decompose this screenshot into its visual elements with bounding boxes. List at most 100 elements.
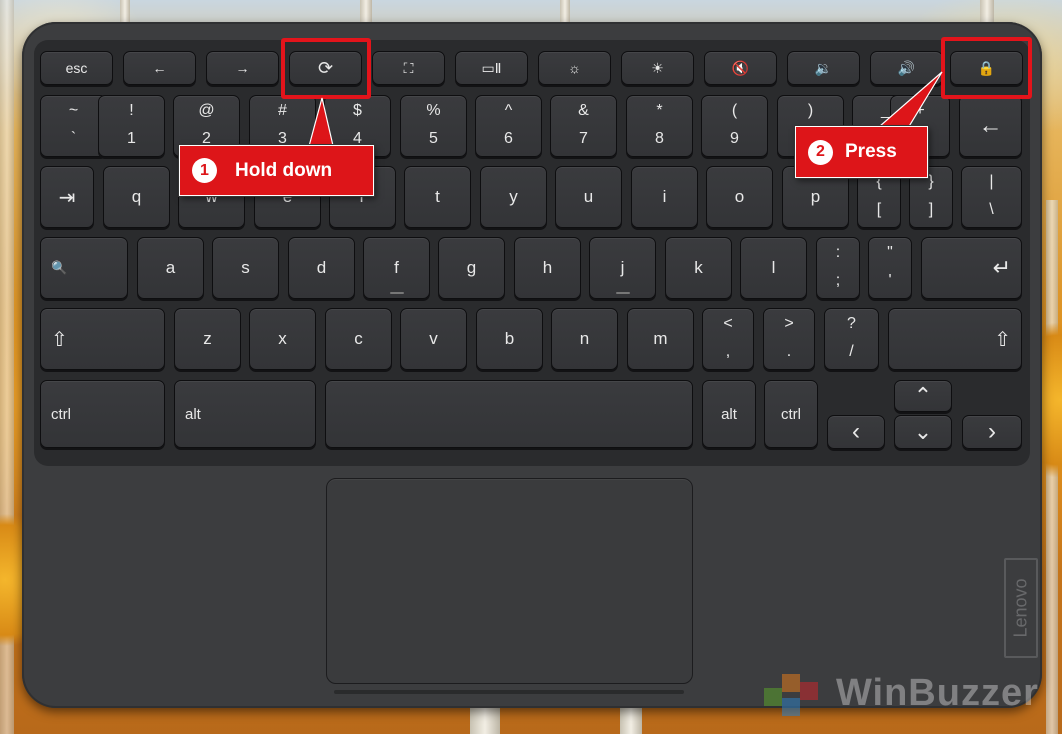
key-m[interactable]: m	[627, 308, 694, 370]
key-legend-top: ~	[68, 102, 79, 119]
key-6[interactable]: ^ 6	[475, 95, 542, 157]
key-b[interactable]: b	[476, 308, 543, 370]
key-backtick[interactable]: ~ `	[40, 95, 107, 157]
step-number-badge: 1	[192, 158, 217, 183]
key-legend-bottom: ;	[835, 272, 841, 289]
key-u[interactable]: u	[555, 166, 622, 228]
key-1[interactable]: ! 1	[98, 95, 165, 157]
key-f[interactable]: f	[363, 237, 430, 299]
key-g[interactable]: g	[438, 237, 505, 299]
key-legend-top: |	[989, 173, 994, 190]
key-arrow-right[interactable]: ›	[962, 415, 1022, 449]
key-volume-up[interactable]: 🔊	[870, 51, 943, 85]
key-n[interactable]: n	[551, 308, 618, 370]
key-z[interactable]: z	[174, 308, 241, 370]
key-legend-top: $	[353, 102, 362, 119]
key-arrow-up[interactable]: ⌃	[894, 380, 952, 412]
key-l[interactable]: l	[740, 237, 807, 299]
key-volume-down[interactable]: 🔉	[787, 51, 860, 85]
key-period[interactable]: >.	[763, 308, 815, 370]
key-arrow-left[interactable]: ‹	[827, 415, 885, 449]
key-slash[interactable]: ? /	[824, 308, 879, 370]
key-legend-top: (	[731, 102, 738, 119]
key-backspace[interactable]: ←	[959, 95, 1022, 157]
key-c[interactable]: c	[325, 308, 392, 370]
key-q[interactable]: q	[103, 166, 170, 228]
key-i[interactable]: i	[631, 166, 698, 228]
key-legend-bottom: `	[70, 130, 77, 147]
key-search[interactable]: 🔍	[40, 237, 128, 299]
key-legend-bottom: [	[876, 201, 882, 218]
key-t[interactable]: t	[404, 166, 471, 228]
home-bump-f	[389, 292, 404, 294]
key-y[interactable]: y	[480, 166, 547, 228]
key-enter[interactable]: ↵	[921, 237, 1022, 299]
key-s[interactable]: s	[212, 237, 279, 299]
key-forward[interactable]: →	[206, 51, 279, 85]
key-alt-left[interactable]: alt	[174, 380, 316, 448]
key-k[interactable]: k	[665, 237, 732, 299]
step-number-badge: 2	[808, 139, 833, 165]
callout-step-1: 1 Hold down	[179, 145, 374, 196]
key-8[interactable]: * 8	[626, 95, 693, 157]
key-legend-top: !	[129, 102, 134, 119]
key-legend-bottom: /	[849, 343, 854, 360]
key-legend-top: :	[835, 244, 841, 261]
key-alt-right[interactable]: alt	[702, 380, 756, 448]
key-shift-left[interactable]: ⇧	[40, 308, 165, 370]
key-esc[interactable]: esc	[40, 51, 113, 85]
key-tab[interactable]: ⇥	[40, 166, 94, 228]
key-j-label: j	[620, 258, 625, 277]
key-brightness-down[interactable]: ☼	[538, 51, 611, 85]
key-fullscreen[interactable]: ⛶	[372, 51, 445, 85]
key-legend-top: @	[198, 102, 215, 119]
key-legend-bottom: ,	[725, 343, 731, 360]
key-legend-bottom: '	[888, 272, 892, 289]
hinge-strip	[334, 690, 684, 694]
backspace-arrow-icon: ←	[978, 112, 1003, 139]
key-legend-bottom: \	[989, 201, 994, 218]
key-legend-bottom: 9	[730, 130, 739, 147]
key-9[interactable]: (9	[701, 95, 768, 157]
shift-icon: ⇧	[994, 328, 1011, 351]
touchpad[interactable]	[326, 478, 693, 684]
key-legend-top: ?	[847, 315, 856, 332]
shift-icon: ⇧	[51, 328, 68, 351]
key-h[interactable]: h	[514, 237, 581, 299]
key-a[interactable]: a	[137, 237, 204, 299]
key-7[interactable]: & 7	[550, 95, 617, 157]
highlight-lock-key	[941, 37, 1032, 99]
watermark: WinBuzzer	[760, 668, 1050, 728]
callout-step-2: 2 Press	[795, 126, 928, 178]
key-mute[interactable]: 🔇	[704, 51, 777, 85]
key-comma[interactable]: <,	[702, 308, 754, 370]
key-back[interactable]: ←	[123, 51, 196, 85]
key-x[interactable]: x	[249, 308, 316, 370]
key-legend-top: <	[723, 315, 733, 332]
key-v[interactable]: v	[400, 308, 467, 370]
key-5[interactable]: % 5	[400, 95, 467, 157]
key-space[interactable]	[325, 380, 693, 448]
key-legend-bottom: 1	[127, 130, 136, 147]
key-legend-top: *	[656, 102, 663, 119]
key-j[interactable]: j	[589, 237, 656, 299]
key-legend-bottom: .	[786, 343, 792, 360]
key-overview[interactable]: ▭Ⅱ	[455, 51, 528, 85]
callout-label: Hold down	[235, 159, 333, 181]
key-ctrl-left[interactable]: ctrl	[40, 380, 165, 448]
key-quote[interactable]: " '	[868, 237, 912, 299]
key-legend-top: %	[426, 102, 441, 119]
key-shift-right[interactable]: ⇧	[888, 308, 1022, 370]
key-ctrl-right[interactable]: ctrl	[764, 380, 818, 448]
enter-icon: ↵	[992, 255, 1011, 280]
key-backslash[interactable]: | \	[961, 166, 1022, 228]
key-f-label: f	[394, 258, 399, 277]
home-bump-j	[615, 292, 630, 294]
key-brightness-up[interactable]: ☀	[621, 51, 694, 85]
winbuzzer-logo-icon	[764, 674, 818, 716]
key-arrow-down[interactable]: ⌄	[894, 415, 952, 449]
key-o[interactable]: o	[706, 166, 773, 228]
key-semicolon[interactable]: :;	[816, 237, 860, 299]
key-legend-top: #	[278, 102, 287, 119]
key-d[interactable]: d	[288, 237, 355, 299]
